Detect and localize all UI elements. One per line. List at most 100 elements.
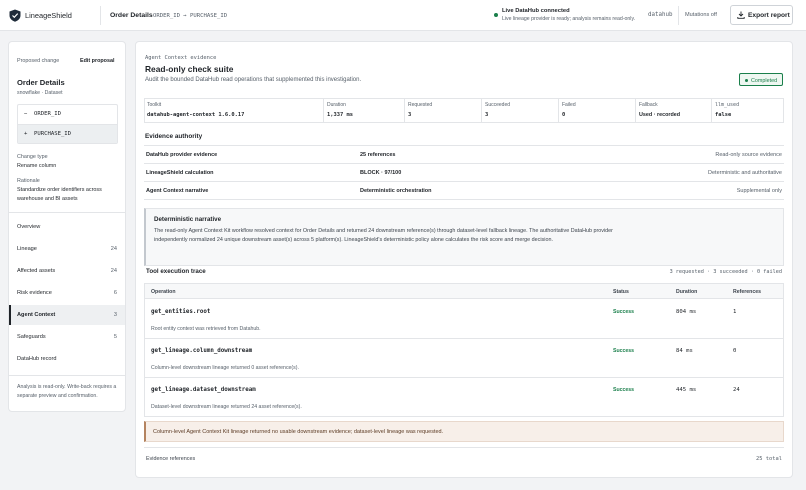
- fallback-warning: Column-level Agent Context Kit lineage r…: [144, 421, 784, 442]
- column-header-operation: Operation: [151, 289, 176, 295]
- stat-value: 3: [408, 112, 412, 118]
- column-header-status: Status: [613, 289, 629, 295]
- nav-overview[interactable]: Overview: [9, 217, 125, 237]
- breadcrumb-ids: ORDER_ID → PURCHASE_ID: [153, 12, 228, 19]
- rationale-label: Rationale: [17, 178, 40, 184]
- operation-description: Dataset-level downstream lineage returne…: [151, 404, 302, 410]
- divider: [144, 447, 784, 448]
- table-row: get_entities.root Success 804 ms 1 Root …: [145, 300, 783, 339]
- authority-detail: Deterministic orchestration: [360, 188, 432, 194]
- download-icon: [737, 11, 745, 19]
- trace-heading: Tool execution trace: [146, 268, 206, 275]
- stat-label: Succeeded: [485, 102, 511, 108]
- nav-agent-context[interactable]: Agent Context 3: [9, 305, 125, 325]
- table-row: get_lineage.column_downstream Success 84…: [145, 339, 783, 378]
- operation-name: get_lineage.dataset_downstream: [151, 387, 256, 393]
- column-diff: − ORDER_ID + PURCHASE_ID: [17, 104, 118, 144]
- live-status-title: Live DataHub connected: [502, 8, 570, 14]
- removed-column: ORDER_ID: [34, 111, 61, 117]
- duration-value: 445 ms: [676, 387, 697, 393]
- stat-label: Toolkit: [147, 102, 162, 108]
- nav-affected-assets[interactable]: Affected assets 24: [9, 261, 125, 281]
- nav-label: Safeguards: [17, 334, 46, 340]
- references-value: 24: [733, 387, 740, 393]
- authority-role: Supplemental only: [736, 188, 782, 194]
- narrative-body: The read-only Agent Context Kit workflow…: [154, 228, 613, 243]
- edit-proposal-link[interactable]: Edit proposal: [80, 58, 114, 64]
- authority-source: LineageShield calculation: [146, 170, 214, 176]
- dataset-name: Order Details: [17, 78, 65, 87]
- minus-icon: −: [24, 111, 28, 117]
- nav-lineage[interactable]: Lineage 24: [9, 239, 125, 259]
- nav-count: 3: [113, 312, 117, 318]
- proposed-change-label: Proposed change: [17, 58, 60, 64]
- mutations-status: Mutations off: [685, 12, 717, 18]
- status-dot: [745, 78, 748, 82]
- stat-value: 3: [485, 112, 489, 118]
- authority-detail: BLOCK · 97/100: [360, 170, 402, 176]
- change-type-label: Change type: [17, 154, 48, 160]
- stat-failed: Failed 0: [560, 99, 636, 122]
- stat-toolkit: Toolkit datahub-agent-context 1.6.0.17: [145, 99, 324, 122]
- rationale-value: Standardize order identifiers across war…: [17, 187, 102, 202]
- authority-row: LineageShield calculation BLOCK · 97/100…: [144, 164, 784, 182]
- trace-summary: 3 requested · 3 succeeded · 0 failed: [669, 269, 782, 275]
- nav-count: 5: [113, 334, 117, 340]
- live-status-subtitle: Live lineage provider is ready; analysis…: [502, 16, 636, 22]
- status-badge: Completed: [739, 73, 783, 86]
- sidebar: Proposed change Edit proposal Order Deta…: [8, 41, 126, 412]
- stat-duration: Duration 1,337 ms: [325, 99, 405, 122]
- stat-succeeded: Succeeded 3: [483, 99, 559, 122]
- operation-name: get_entities.root: [151, 309, 211, 315]
- authority-row: Agent Context narrative Deterministic or…: [144, 182, 784, 200]
- references-value: 0: [733, 348, 737, 354]
- plus-icon: +: [24, 131, 28, 137]
- status-label: Success: [613, 309, 635, 315]
- status-badge-label: Completed: [751, 77, 778, 84]
- trace-header: Tool execution trace 3 requested · 3 suc…: [144, 268, 784, 282]
- stat-value: 1,337 ms: [327, 112, 353, 118]
- stat-fallback: Fallback Used · recorded: [637, 99, 712, 122]
- stat-requested: Requested 3: [406, 99, 482, 122]
- stat-value: 0: [562, 112, 566, 118]
- page-title: Order Details: [110, 12, 153, 19]
- brand-name: LineageShield: [25, 11, 72, 20]
- warning-text: Column-level Agent Context Kit lineage r…: [153, 429, 444, 435]
- nav-label: Risk evidence: [17, 290, 52, 296]
- export-report-button[interactable]: Export report: [730, 5, 793, 25]
- diff-removed-row: − ORDER_ID: [18, 105, 117, 124]
- divider: [100, 6, 101, 25]
- live-status-dot: [494, 13, 498, 17]
- nav-label: DataHub record: [17, 356, 57, 362]
- nav-label: Lineage: [17, 246, 37, 252]
- evidence-references-toggle[interactable]: Evidence references: [146, 456, 195, 462]
- top-bar: LineageShield Order Details ORDER_ID → P…: [0, 0, 806, 31]
- dataset-meta: snowflake · Dataset: [17, 90, 63, 96]
- stat-value: false: [715, 112, 732, 118]
- duration-value: 804 ms: [676, 309, 697, 315]
- evidence-references-total: 25 total: [756, 456, 782, 462]
- nav-risk-evidence[interactable]: Risk evidence 6: [9, 283, 125, 303]
- authority-source: Agent Context narrative: [146, 188, 209, 194]
- duration-value: 84 ms: [676, 348, 693, 354]
- stat-value: Used · recorded: [639, 112, 681, 118]
- nav-count: 24: [110, 246, 117, 252]
- section-eyebrow: Agent Context evidence: [145, 55, 217, 61]
- deterministic-narrative: Deterministic narrative The read-only Ag…: [144, 208, 784, 266]
- nav-count: 6: [113, 290, 117, 296]
- nav-safeguards[interactable]: Safeguards 5: [9, 327, 125, 347]
- stat-label: Failed: [562, 102, 576, 108]
- agent-context-panel: Agent Context evidence Read-only check s…: [135, 41, 793, 478]
- table-row: get_lineage.dataset_downstream Success 4…: [145, 378, 783, 417]
- authority-source: DataHub provider evidence: [146, 152, 218, 158]
- nav-count: 24: [110, 268, 117, 274]
- stat-value: datahub-agent-context 1.6.0.17: [147, 112, 245, 118]
- section-title: Read-only check suite: [145, 64, 234, 74]
- shield-logo-icon: [9, 9, 21, 22]
- change-type-value: Rename column: [17, 163, 57, 169]
- authority-heading: Evidence authority: [145, 133, 203, 140]
- nav-datahub-record[interactable]: DataHub record: [9, 349, 125, 369]
- nav-label: Affected assets: [17, 268, 56, 274]
- stat-label: llm_used: [715, 102, 740, 108]
- nav-label: Agent Context: [17, 312, 56, 318]
